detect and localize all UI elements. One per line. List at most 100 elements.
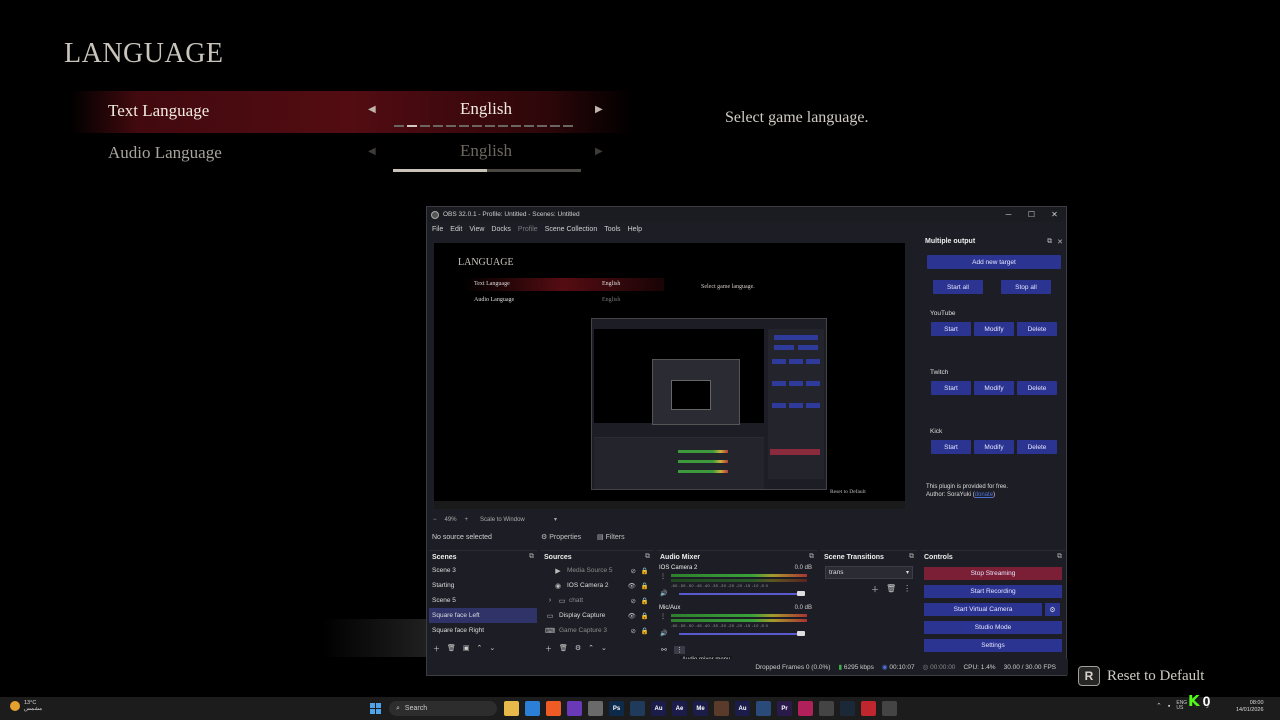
lock-icon[interactable]: 🔒	[641, 612, 649, 620]
obs-preview[interactable]: LANGUAGE Text Language English Audio Lan…	[434, 243, 905, 509]
lock-icon[interactable]: 🔒	[641, 597, 649, 605]
filters-button[interactable]: ▤ Filters	[597, 533, 625, 541]
menu-edit[interactable]: Edit	[450, 226, 462, 233]
hidden-eye-icon[interactable]: ⊘	[630, 597, 635, 605]
input-language-indicator[interactable]: ENG US	[1176, 701, 1187, 711]
menu-help[interactable]: Help	[628, 226, 642, 233]
start-all-button[interactable]: Start all	[933, 280, 983, 294]
scene-item[interactable]: Scene 3	[429, 563, 537, 578]
taskbar-app-icon[interactable]	[756, 701, 771, 716]
taskbar-app-icon[interactable]	[861, 701, 876, 716]
twitch-modify-button[interactable]: Modify	[974, 381, 1014, 395]
dock-undock-icon[interactable]: ⧉	[645, 553, 650, 561]
transition-menu-icon[interactable]: ⋮	[903, 584, 911, 595]
menu-tools[interactable]: Tools	[604, 226, 620, 233]
volume-slider-knob[interactable]	[797, 591, 805, 596]
studio-mode-button[interactable]: Studio Mode	[924, 621, 1062, 634]
taskbar-app-icon[interactable]: Ae	[672, 701, 687, 716]
taskbar-app-icon[interactable]	[588, 701, 603, 716]
hidden-eye-icon[interactable]: ⊘	[630, 627, 635, 635]
taskbar-app-icon[interactable]: Ps	[609, 701, 624, 716]
text-language-right-arrow-icon[interactable]: ▶	[595, 104, 603, 115]
windows-start-icon[interactable]	[370, 703, 381, 714]
scene-item[interactable]: Starting	[429, 578, 537, 593]
speaker-icon[interactable]: 🔊	[660, 590, 667, 597]
taskbar-app-icon[interactable]	[630, 701, 645, 716]
lock-icon[interactable]: 🔒	[641, 627, 649, 635]
close-dock-icon[interactable]: ✕	[1057, 238, 1063, 246]
menu-view[interactable]: View	[469, 226, 484, 233]
start-recording-button[interactable]: Start Recording	[924, 585, 1062, 598]
youtube-start-button[interactable]: Start	[931, 322, 971, 336]
minimize-button[interactable]: ─	[997, 207, 1020, 222]
audio-language-right-arrow-icon[interactable]: ▶	[595, 146, 603, 157]
audio-mixer-menu-icon[interactable]: ⋮	[673, 646, 685, 654]
start-virtual-camera-button[interactable]: Start Virtual Camera	[924, 603, 1042, 616]
eye-icon[interactable]: 👁	[628, 582, 636, 590]
stop-all-button[interactable]: Stop all	[1001, 280, 1051, 294]
volume-slider-knob[interactable]	[797, 631, 805, 636]
properties-button[interactable]: ⚙ Properties	[541, 533, 581, 541]
taskbar-app-icon[interactable]	[525, 701, 540, 716]
remove-scene-icon[interactable]: 🗑	[447, 644, 456, 654]
tray-expand-icon[interactable]: ⌃	[1156, 702, 1162, 710]
move-down-icon[interactable]: ⌄	[601, 644, 607, 654]
reset-to-default-button[interactable]: R Reset to Default	[1078, 666, 1204, 686]
youtube-delete-button[interactable]: Delete	[1017, 322, 1057, 336]
twitch-start-button[interactable]: Start	[931, 381, 971, 395]
scene-item-selected[interactable]: Square face Left	[429, 608, 537, 623]
transition-select[interactable]: trans ▾	[825, 566, 913, 579]
add-transition-icon[interactable]: ＋	[871, 584, 879, 595]
zoom-in-button[interactable]: +	[465, 517, 469, 523]
add-source-icon[interactable]: ＋	[545, 644, 552, 654]
stop-streaming-button[interactable]: Stop Streaming	[924, 567, 1062, 580]
add-scene-icon[interactable]: ＋	[433, 644, 440, 654]
channel-menu-icon[interactable]: ⋮	[660, 613, 666, 620]
twitch-delete-button[interactable]: Delete	[1017, 381, 1057, 395]
dock-undock-icon[interactable]: ⧉	[909, 553, 914, 561]
scale-to-window-select[interactable]: Scale to Window	[480, 517, 546, 523]
taskbar-app-icon[interactable]	[798, 701, 813, 716]
taskbar-app-icon[interactable]: Pr	[777, 701, 792, 716]
advanced-audio-icon[interactable]: ⚯	[661, 646, 667, 654]
taskbar-app-icon[interactable]: Au	[735, 701, 750, 716]
lock-icon[interactable]: 🔒	[641, 582, 649, 590]
taskbar-app-icon[interactable]	[546, 701, 561, 716]
youtube-modify-button[interactable]: Modify	[974, 322, 1014, 336]
lock-icon[interactable]: 🔒	[641, 567, 649, 575]
settings-button[interactable]: Settings	[924, 639, 1062, 652]
move-up-icon[interactable]: ⌃	[477, 644, 483, 654]
audio-language-left-arrow-icon[interactable]: ◀	[368, 146, 376, 157]
move-up-icon[interactable]: ⌃	[588, 644, 594, 654]
menu-file[interactable]: File	[432, 226, 443, 233]
source-group-item[interactable]: › ▭ chatt ⊘ 🔒	[541, 593, 653, 608]
kick-modify-button[interactable]: Modify	[974, 440, 1014, 454]
scene-item[interactable]: Scene 5	[429, 593, 537, 608]
source-item[interactable]: ▭ Display Capture 👁 🔒	[541, 608, 653, 623]
tray-app-icon[interactable]: ▪	[1168, 703, 1170, 710]
source-item[interactable]: ▶ Media Source 5 ⊘ 🔒	[541, 563, 653, 578]
channel-menu-icon[interactable]: ⋮	[660, 573, 666, 580]
remove-source-icon[interactable]: 🗑	[559, 644, 568, 654]
speaker-icon[interactable]: 🔊	[660, 630, 667, 637]
volume-slider[interactable]	[679, 593, 803, 595]
menu-scene-collection[interactable]: Scene Collection	[545, 226, 598, 233]
weather-widget[interactable]: 13°C مشمس	[10, 700, 42, 712]
taskbar-app-icon[interactable]	[882, 701, 897, 716]
move-down-icon[interactable]: ⌄	[489, 644, 495, 654]
kick-start-button[interactable]: Start	[931, 440, 971, 454]
taskbar-app-icon[interactable]	[840, 701, 855, 716]
taskbar-app-icon[interactable]	[714, 701, 729, 716]
taskbar-app-icon[interactable]: Me	[693, 701, 708, 716]
taskbar-clock[interactable]: 08:00 14/01/2026	[1236, 700, 1264, 714]
donate-link[interactable]: donate	[975, 492, 993, 498]
source-settings-icon[interactable]: ⚙	[575, 644, 581, 654]
virtual-camera-settings-gear-icon[interactable]: ⚙	[1045, 603, 1060, 616]
taskbar-app-icon[interactable]: Au	[651, 701, 666, 716]
dock-undock-icon[interactable]: ⧉	[1057, 553, 1062, 561]
kick-delete-button[interactable]: Delete	[1017, 440, 1057, 454]
source-item[interactable]: ⌨ Game Capture 3 ⊘ 🔒	[541, 623, 653, 638]
zoom-out-button[interactable]: −	[433, 517, 437, 523]
volume-slider[interactable]	[679, 633, 803, 635]
menu-docks[interactable]: Docks	[491, 226, 510, 233]
